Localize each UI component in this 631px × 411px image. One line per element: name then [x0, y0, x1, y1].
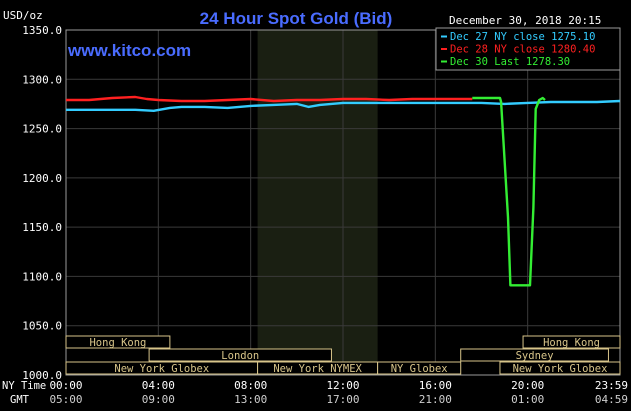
- legend-entry: Dec 27 NY close 1275.10: [450, 31, 595, 43]
- session-label: New York NYMEX: [273, 363, 362, 375]
- y-tick-label: 1300.0: [22, 73, 62, 86]
- session-label: New York Globex: [513, 363, 608, 375]
- y-tick-label: 1050.0: [22, 320, 62, 333]
- session-label: London: [221, 350, 259, 362]
- x-tick-label-gmt: 21:00: [419, 393, 452, 406]
- x-tick-label-gmt: 17:00: [326, 393, 359, 406]
- y-tick-label: 1200.0: [22, 172, 62, 185]
- x-tick-label-gmt: 05:00: [49, 393, 82, 406]
- x-tick-label-ny: 04:00: [142, 379, 175, 392]
- x-tick-label-ny: 23:59: [595, 379, 628, 392]
- session-label: Sydney: [516, 350, 554, 362]
- y-unit-label: USD/oz: [3, 9, 43, 22]
- x-tick-label-ny: 16:00: [419, 379, 452, 392]
- legend-timestamp: December 30, 2018 20:15: [449, 14, 601, 27]
- x-row-gmt-label: GMT: [10, 394, 30, 406]
- session-label: New York Globex: [114, 363, 209, 375]
- chart-title: 24 Hour Spot Gold (Bid): [200, 9, 393, 28]
- x-row-ny-label: NY Time: [2, 380, 46, 392]
- gold-price-chart: USD/oz 24 Hour Spot Gold (Bid) www.kitco…: [0, 0, 631, 411]
- highlight-band: [257, 30, 378, 375]
- y-tick-label: 1100.0: [22, 270, 62, 283]
- session-label: Hong Kong: [89, 337, 146, 349]
- x-tick-label-gmt: 01:00: [511, 393, 544, 406]
- legend: December 30, 2018 20:15 Dec 27 NY close …: [435, 14, 621, 71]
- legend-entry: Dec 30 Last 1278.30: [450, 56, 570, 68]
- y-tick-label: 1350.0: [22, 24, 62, 37]
- x-tick-label-ny: 12:00: [326, 379, 359, 392]
- x-tick-label-ny: 08:00: [234, 379, 267, 392]
- x-tick-label-gmt: 09:00: [142, 393, 175, 406]
- y-tick-label: 1250.0: [22, 123, 62, 136]
- x-tick-label-gmt: 04:59: [595, 393, 628, 406]
- legend-entry: Dec 28 NY close 1280.40: [450, 44, 595, 56]
- x-tick-label-ny: 20:00: [511, 379, 544, 392]
- session-label: NY Globex: [391, 363, 448, 375]
- brand-watermark: www.kitco.com: [67, 41, 191, 60]
- x-tick-label-ny: 00:00: [49, 379, 82, 392]
- y-tick-label: 1150.0: [22, 221, 62, 234]
- session-label: Hong Kong: [543, 337, 600, 349]
- x-tick-label-gmt: 13:00: [234, 393, 267, 406]
